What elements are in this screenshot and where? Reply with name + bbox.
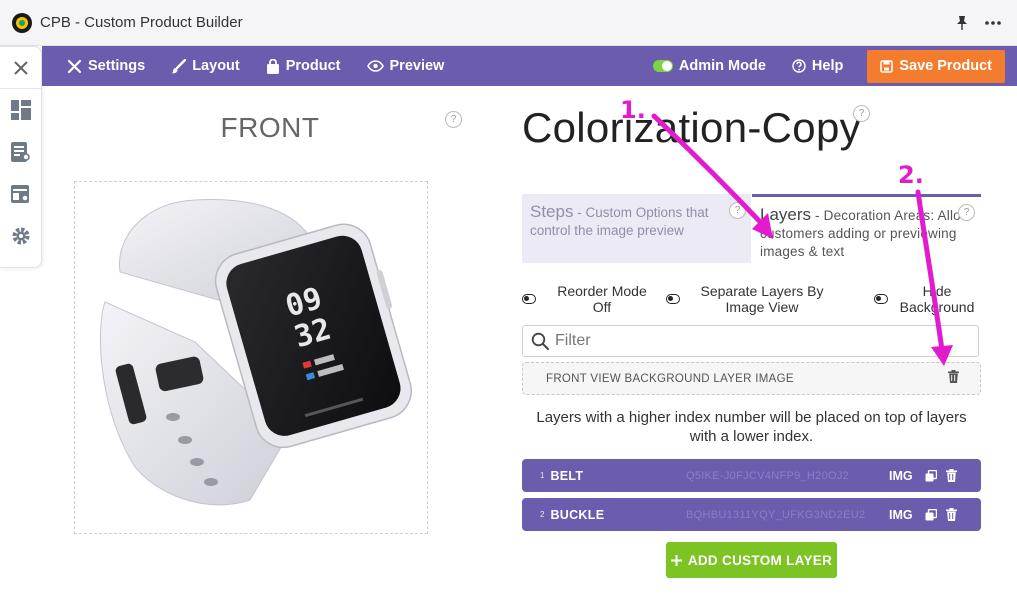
layer-toggles: Reorder Mode Off Separate Layers By Imag… xyxy=(522,283,981,317)
reorder-mode-label: Reorder Mode Off xyxy=(557,283,647,315)
filter-field[interactable] xyxy=(522,325,979,357)
view-title: FRONT xyxy=(220,112,320,143)
filter-input[interactable] xyxy=(555,332,955,350)
nav-settings-label: Settings xyxy=(88,58,146,74)
nav-settings[interactable]: Settings xyxy=(67,58,145,74)
plus-icon xyxy=(670,554,682,566)
annotation-number-2: 2. xyxy=(898,161,924,189)
bag-icon xyxy=(266,58,279,74)
tab-steps[interactable]: Steps - Custom Options that control the … xyxy=(522,194,751,263)
trash-icon xyxy=(948,369,959,383)
tab-layers[interactable]: Layers - Decoration Areas: Allow custome… xyxy=(752,194,981,263)
annotation-number-1: 1. xyxy=(620,96,646,124)
layer-type: IMG xyxy=(889,468,913,483)
duplicate-layer-button[interactable] xyxy=(925,469,938,487)
add-custom-layer-button[interactable]: ADD CUSTOM LAYER xyxy=(666,542,837,578)
layer-code: BQHBU1311YQY_UFKG3ND2EU2 xyxy=(686,508,866,521)
toggle-off-icon xyxy=(874,294,888,304)
layer-index: 2 xyxy=(540,510,545,519)
sidebar-settings-button[interactable] xyxy=(0,215,41,257)
hide-background-toggle[interactable]: Hide Background xyxy=(874,283,983,315)
separate-layers-toggle[interactable]: Separate Layers By Image View xyxy=(666,283,832,315)
title-help-icon[interactable]: ? xyxy=(853,105,870,122)
layers-help-icon[interactable]: ? xyxy=(958,204,975,221)
sidebar-layout-button[interactable] xyxy=(0,173,41,215)
close-sidebar-button[interactable] xyxy=(0,47,41,89)
steps-help-icon[interactable]: ? xyxy=(729,202,746,219)
trash-icon xyxy=(946,508,957,521)
left-sidebar xyxy=(0,46,42,268)
close-icon xyxy=(13,60,28,75)
search-icon xyxy=(531,332,549,350)
save-product-button[interactable]: Save Product xyxy=(867,49,1005,83)
view-help-icon[interactable]: ? xyxy=(445,111,462,128)
delete-layer-button[interactable] xyxy=(946,469,957,487)
hide-background-label: Hide Background xyxy=(899,283,975,315)
sidebar-list-button[interactable] xyxy=(0,131,41,173)
tab-steps-title: Steps xyxy=(530,202,574,221)
background-layer-label: FRONT VIEW BACKGROUND LAYER IMAGE xyxy=(546,372,794,385)
tools-icon xyxy=(67,59,82,73)
admin-mode-toggle[interactable]: Admin Mode xyxy=(652,58,766,74)
delete-background-layer-button[interactable] xyxy=(948,369,959,388)
nav-preview[interactable]: Preview xyxy=(366,58,445,74)
nav-product-label: Product xyxy=(285,58,341,74)
nav-layout[interactable]: Layout xyxy=(171,58,240,74)
question-circle-icon xyxy=(792,59,806,73)
layout-search-icon xyxy=(10,185,29,203)
layer-index-note: Layers with a higher index number will b… xyxy=(536,409,967,445)
admin-mode-label: Admin Mode xyxy=(678,58,766,74)
toggle-off-icon xyxy=(666,294,680,304)
background-layer-row[interactable]: FRONT VIEW BACKGROUND LAYER IMAGE xyxy=(522,362,981,395)
nav-layout-label: Layout xyxy=(192,58,240,74)
sidebar-dashboard-button[interactable] xyxy=(0,89,41,131)
reorder-mode-toggle[interactable]: Reorder Mode Off xyxy=(522,283,652,315)
nav-product[interactable]: Product xyxy=(266,58,341,74)
main-toolbar: Settings Layout Product Preview Admin Mo… xyxy=(42,46,1017,86)
window-title: CPB - Custom Product Builder xyxy=(40,14,243,31)
save-icon xyxy=(880,59,894,73)
tab-layers-title: Layers xyxy=(760,205,812,224)
layer-name: BUCKLE xyxy=(550,507,605,522)
layer-type: IMG xyxy=(889,507,913,522)
delete-layer-button[interactable] xyxy=(946,508,957,526)
editor-tabs: Steps - Custom Options that control the … xyxy=(522,194,981,264)
product-preview-canvas[interactable]: 09 32 xyxy=(74,181,428,534)
toggle-off-icon xyxy=(522,294,536,304)
help-label: Help xyxy=(811,58,844,74)
layer-code: Q5IKE-J0FJCV4NFP9_H20OJ2 xyxy=(686,469,850,482)
nav-preview-label: Preview xyxy=(389,58,445,74)
dashboard-icon xyxy=(10,100,31,120)
window-title-bar: CPB - Custom Product Builder xyxy=(0,0,1017,46)
add-custom-layer-label: ADD CUSTOM LAYER xyxy=(687,552,833,568)
smartwatch-image: 09 32 xyxy=(99,199,413,506)
gear-icon xyxy=(12,227,29,245)
help-button[interactable]: Help xyxy=(792,58,843,74)
toggle-on-icon xyxy=(652,60,673,72)
product-title: Colorization-Copy xyxy=(522,104,861,151)
layer-name: BELT xyxy=(550,468,584,483)
layer-row-buckle[interactable]: 2 BUCKLE BQHBU1311YQY_UFKG3ND2EU2 IMG xyxy=(522,498,981,531)
duplicate-layer-button[interactable] xyxy=(925,508,938,526)
layer-row-belt[interactable]: 1 BELT Q5IKE-J0FJCV4NFP9_H20OJ2 IMG xyxy=(522,459,981,492)
pin-icon[interactable] xyxy=(955,15,969,31)
brush-icon xyxy=(171,58,187,73)
app-logo-icon xyxy=(12,12,32,33)
list-search-icon xyxy=(10,142,30,162)
more-options-icon[interactable] xyxy=(985,20,1001,25)
copy-icon xyxy=(925,508,938,521)
separate-layers-label: Separate Layers By Image View xyxy=(700,283,824,315)
trash-icon xyxy=(946,469,957,482)
layer-index: 1 xyxy=(540,471,545,480)
eye-icon xyxy=(366,60,384,72)
copy-icon xyxy=(925,469,938,482)
save-product-label: Save Product xyxy=(899,58,992,74)
